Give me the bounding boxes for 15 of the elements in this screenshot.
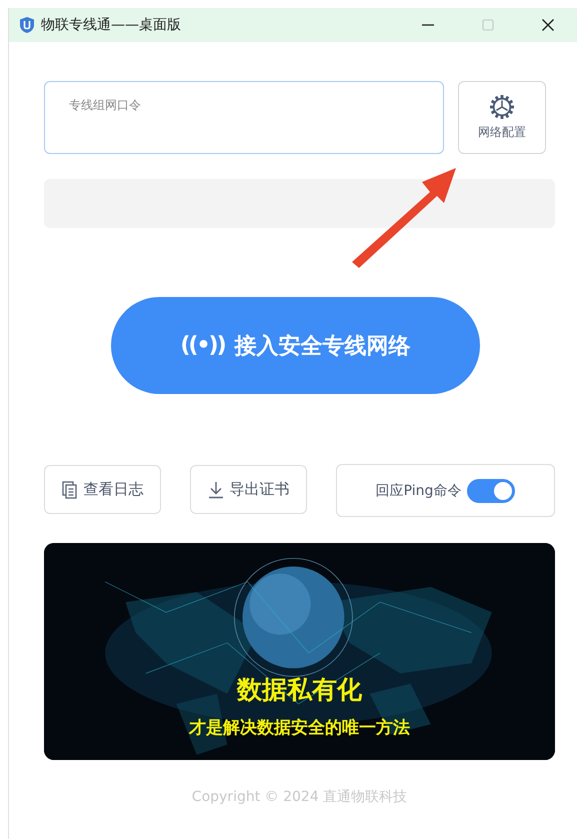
banner-headline: 数据私有化 [237,674,362,706]
download-icon [208,480,224,498]
shield-icon [19,16,35,34]
document-icon [62,480,78,498]
toggle-label: 回应Ping命令 [376,482,462,500]
action-button[interactable]: 查看日志 [44,465,161,514]
banner-subline: 才是解决数据安全的唯一方法 [189,717,410,739]
window-title: 物联专线通——桌面版 [41,16,181,34]
action-button[interactable]: 导出证书 [190,465,307,514]
close-icon[interactable] [541,18,555,32]
token-field[interactable]: 专线组网口令 [44,81,444,154]
ping-toggle[interactable] [467,478,516,502]
gear-icon [489,94,515,120]
network-config-button[interactable]: 网络配置 [458,81,546,154]
connect-button[interactable]: ((•)) 接入安全专线网络 [111,297,480,394]
